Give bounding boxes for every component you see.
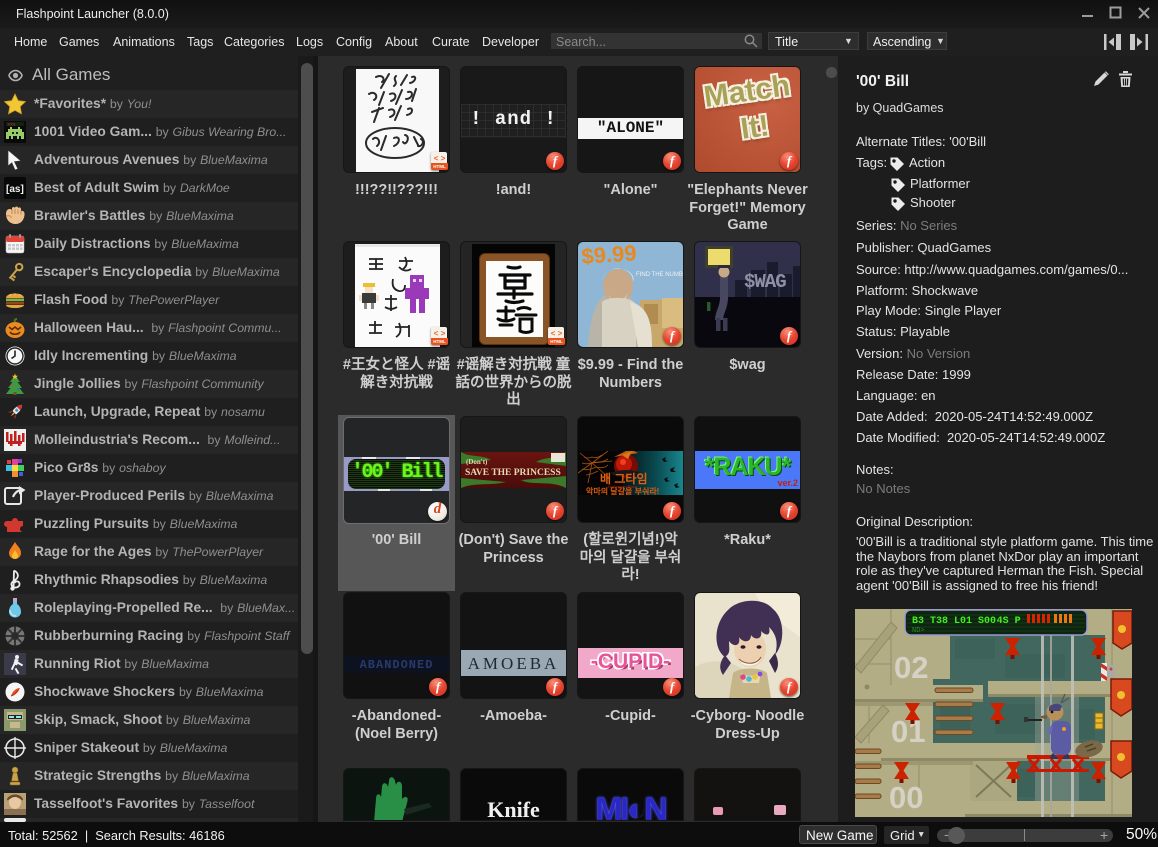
svg-text:악마의 달걀을 부숴라!: 악마의 달걀을 부숴라!: [586, 486, 659, 495]
svg-text:(Don't): (Don't): [466, 458, 488, 466]
svg-text:02: 02: [894, 650, 928, 685]
svg-text:SAVE THE PRINCESS: SAVE THE PRINCESS: [465, 468, 561, 478]
svg-text:$WAG: $WAG: [744, 271, 786, 293]
svg-text:$9.99: $9.99: [581, 242, 638, 269]
svg-text:FIND THE NUMBERS: FIND THE NUMBERS: [636, 272, 683, 278]
svg-text:ND>: ND>: [912, 627, 925, 635]
svg-text:[as]: [as]: [6, 184, 24, 195]
svg-text:B3 T38 L01 S00 4S P: B3 T38 L01 S00 4S P: [912, 616, 1021, 627]
svg-text:1001: 1001: [7, 122, 17, 127]
svg-text:00: 00: [889, 780, 923, 815]
